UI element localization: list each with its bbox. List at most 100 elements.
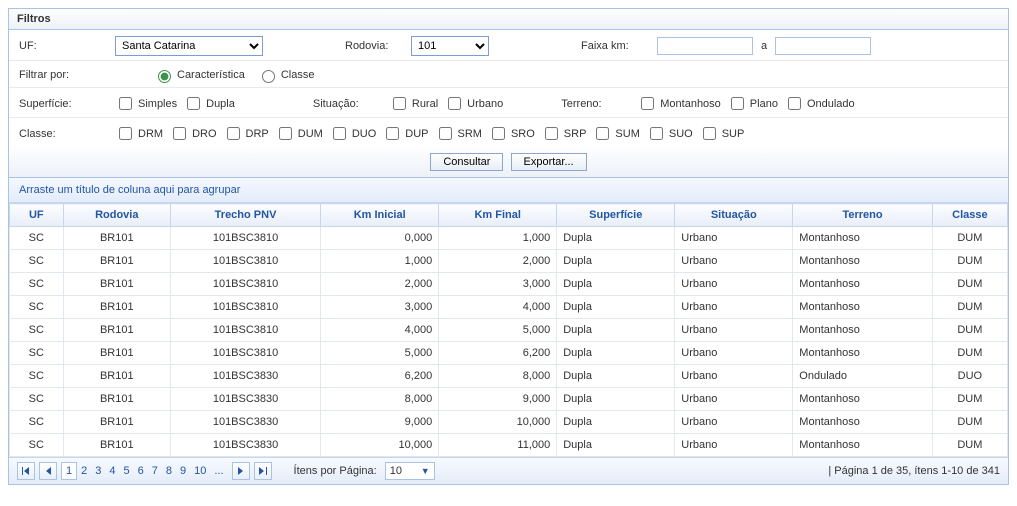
rodovia-select[interactable]: 101 <box>411 36 489 56</box>
terreno-opt-montanhoso-checkbox[interactable] <box>641 97 654 110</box>
classe-opt-dum[interactable]: DUM <box>275 124 323 143</box>
table-row[interactable]: SCBR101101BSC38102,0003,000DuplaUrbanoMo… <box>10 273 1008 296</box>
classe-opt-dro-checkbox[interactable] <box>173 127 186 140</box>
classe-opt-suo-checkbox[interactable] <box>650 127 663 140</box>
classe-opt-sro[interactable]: SRO <box>488 124 535 143</box>
pager-prev-button[interactable] <box>39 462 57 480</box>
cell: 101BSC3810 <box>170 273 320 296</box>
cell: 1,000 <box>321 250 439 273</box>
table-row[interactable]: SCBR101101BSC38100,0001,000DuplaUrbanoMo… <box>10 227 1008 250</box>
superficie-opt-dupla-checkbox[interactable] <box>187 97 200 110</box>
situacao-opt-urbano[interactable]: Urbano <box>444 94 503 113</box>
classe-opt-dup-checkbox[interactable] <box>386 127 399 140</box>
group-by-bar[interactable]: Arraste um título de coluna aqui para ag… <box>9 178 1008 203</box>
exportar-button[interactable]: Exportar... <box>511 153 587 171</box>
classe-opt-drp[interactable]: DRP <box>223 124 269 143</box>
classe-opt-sro-checkbox[interactable] <box>492 127 505 140</box>
classe-opt-sup[interactable]: SUP <box>699 124 745 143</box>
pager-info: | Página 1 de 35, ítens 1-10 de 341 <box>828 465 1000 477</box>
faixa-km-to-input[interactable] <box>775 37 871 55</box>
cell: 8,000 <box>321 388 439 411</box>
classe-opt-drm-checkbox[interactable] <box>119 127 132 140</box>
situacao-opt-urbano-checkbox[interactable] <box>448 97 461 110</box>
table-row[interactable]: SCBR101101BSC38308,0009,000DuplaUrbanoMo… <box>10 388 1008 411</box>
pager-page-3[interactable]: 3 <box>91 463 105 479</box>
cell: SC <box>10 365 64 388</box>
page-size-select[interactable]: 10 ▼ <box>385 462 435 480</box>
classe-opt-duo-checkbox[interactable] <box>333 127 346 140</box>
table-row[interactable]: SCBR101101BSC38104,0005,000DuplaUrbanoMo… <box>10 319 1008 342</box>
pager-last-button[interactable] <box>254 462 272 480</box>
col-header-km-final[interactable]: Km Final <box>439 204 557 227</box>
classe-opt-sup-checkbox[interactable] <box>703 127 716 140</box>
terreno-opt-ondulado[interactable]: Ondulado <box>784 94 855 113</box>
uf-select[interactable]: Santa Catarina <box>115 36 263 56</box>
pager-page-9[interactable]: 9 <box>176 463 190 479</box>
table-row[interactable]: SCBR101101BSC38103,0004,000DuplaUrbanoMo… <box>10 296 1008 319</box>
radio-caracteristica-input[interactable] <box>158 70 171 83</box>
terreno-opt-plano-checkbox[interactable] <box>731 97 744 110</box>
col-header-terreno[interactable]: Terreno <box>793 204 933 227</box>
classe-opt-drp-checkbox[interactable] <box>227 127 240 140</box>
faixa-km-from-input[interactable] <box>657 37 753 55</box>
classe-opt-sum[interactable]: SUM <box>592 124 639 143</box>
action-buttons-row: Consultar Exportar... <box>9 147 1008 178</box>
pager-next-button[interactable] <box>232 462 250 480</box>
terreno-opt-montanhoso[interactable]: Montanhoso <box>637 94 721 113</box>
table-row[interactable]: SCBR101101BSC38309,00010,000DuplaUrbanoM… <box>10 411 1008 434</box>
classe-opt-srm[interactable]: SRM <box>435 124 482 143</box>
cell: SC <box>10 250 64 273</box>
situacao-opt-rural[interactable]: Rural <box>389 94 438 113</box>
table-row[interactable]: SCBR101101BSC38306,2008,000DuplaUrbanoOn… <box>10 365 1008 388</box>
pager-page-1[interactable]: 1 <box>61 462 77 480</box>
pager-page-8[interactable]: 8 <box>162 463 176 479</box>
superficie-opt-dupla[interactable]: Dupla <box>183 94 235 113</box>
col-header-uf[interactable]: UF <box>10 204 64 227</box>
pager-page-7[interactable]: 7 <box>148 463 162 479</box>
cell: Dupla <box>557 273 675 296</box>
classe-options: DRM DRO DRP DUM DUO DUP SRM SRO SRP SUM SUO SUP <box>115 124 750 143</box>
pager-page-2[interactable]: 2 <box>77 463 91 479</box>
col-header-superficie[interactable]: Superfície <box>557 204 675 227</box>
filter-row-3: Superfície: SimplesDupla Situação: Rural… <box>9 88 1008 118</box>
pager-page-5[interactable]: 5 <box>120 463 134 479</box>
radio-classe-input[interactable] <box>262 70 275 83</box>
cell: BR101 <box>63 319 170 342</box>
situacao-opt-rural-checkbox[interactable] <box>393 97 406 110</box>
classe-opt-sum-checkbox[interactable] <box>596 127 609 140</box>
superficie-opt-simples[interactable]: Simples <box>115 94 177 113</box>
classe-opt-srp[interactable]: SRP <box>541 124 587 143</box>
table-row[interactable]: SCBR101101BSC38101,0002,000DuplaUrbanoMo… <box>10 250 1008 273</box>
col-header-trecho[interactable]: Trecho PNV <box>170 204 320 227</box>
classe-opt-duo[interactable]: DUO <box>329 124 376 143</box>
terreno-opt-ondulado-checkbox[interactable] <box>788 97 801 110</box>
consultar-button[interactable]: Consultar <box>430 153 503 171</box>
pager-page-6[interactable]: 6 <box>134 463 148 479</box>
superficie-opt-simples-checkbox[interactable] <box>119 97 132 110</box>
radio-classe[interactable]: Classe <box>257 67 315 83</box>
classe-opt-suo[interactable]: SUO <box>646 124 693 143</box>
cell: Urbano <box>675 365 793 388</box>
terreno-opt-plano[interactable]: Plano <box>727 94 778 113</box>
classe-opt-dum-checkbox[interactable] <box>279 127 292 140</box>
col-header-situacao[interactable]: Situação <box>675 204 793 227</box>
classe-opt-dro[interactable]: DRO <box>169 124 216 143</box>
classe-opt-drm[interactable]: DRM <box>115 124 163 143</box>
radio-caracteristica[interactable]: Característica <box>153 67 245 83</box>
classe-opt-dup[interactable]: DUP <box>382 124 428 143</box>
classe-opt-srp-checkbox[interactable] <box>545 127 558 140</box>
col-header-km-inicial[interactable]: Km Inicial <box>321 204 439 227</box>
cell: BR101 <box>63 227 170 250</box>
col-header-classe[interactable]: Classe <box>932 204 1007 227</box>
classe-opt-srm-checkbox[interactable] <box>439 127 452 140</box>
pager-first-button[interactable] <box>17 462 35 480</box>
table-row[interactable]: SCBR101101BSC38105,0006,200DuplaUrbanoMo… <box>10 342 1008 365</box>
table-row[interactable]: SCBR101101BSC383010,00011,000DuplaUrbano… <box>10 434 1008 457</box>
pager-page-...[interactable]: ... <box>210 463 227 479</box>
col-header-rodovia[interactable]: Rodovia <box>63 204 170 227</box>
pager-page-4[interactable]: 4 <box>105 463 119 479</box>
label-faixa-km: Faixa km: <box>581 40 651 52</box>
cell: DUM <box>932 227 1007 250</box>
pager-page-10[interactable]: 10 <box>190 463 210 479</box>
last-page-icon <box>259 467 267 475</box>
